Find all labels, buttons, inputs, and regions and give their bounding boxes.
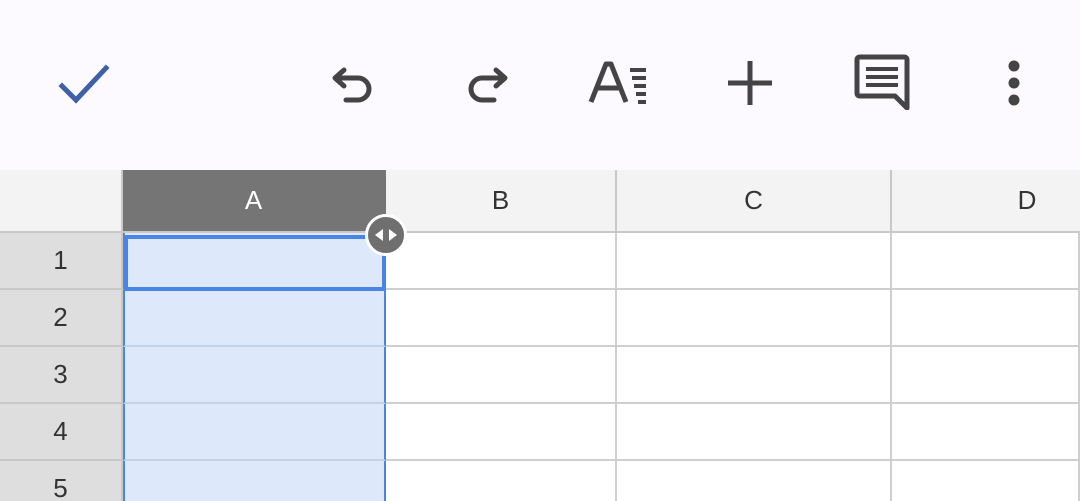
more-vert-icon xyxy=(1008,60,1020,106)
more-options-button[interactable] xyxy=(974,43,1054,123)
column-resize-handle[interactable] xyxy=(365,214,407,256)
insert-button[interactable] xyxy=(710,43,790,123)
cell-d2[interactable] xyxy=(892,290,1080,347)
cell-c5[interactable] xyxy=(617,461,892,501)
cell-d1[interactable] xyxy=(892,233,1080,290)
cell-c4[interactable] xyxy=(617,404,892,461)
comment-icon xyxy=(854,54,910,110)
comment-button[interactable] xyxy=(842,42,922,122)
column-header-c[interactable]: C xyxy=(617,170,892,233)
column-header-b[interactable]: B xyxy=(386,170,617,233)
row-header-4[interactable]: 4 xyxy=(0,404,123,461)
redo-button[interactable] xyxy=(446,43,526,123)
resize-arrows-icon xyxy=(375,229,397,241)
row-header-5[interactable]: 5 xyxy=(0,461,123,501)
spreadsheet-grid[interactable]: A B C D 1 2 3 4 5 xyxy=(0,170,1080,501)
column-header-d[interactable]: D xyxy=(892,170,1080,233)
cell-a4[interactable] xyxy=(123,404,386,461)
row-header-1[interactable]: 1 xyxy=(0,233,123,290)
cell-d5[interactable] xyxy=(892,461,1080,501)
cell-c1[interactable] xyxy=(617,233,892,290)
toolbar xyxy=(0,0,1080,170)
check-icon xyxy=(58,64,110,104)
redo-icon xyxy=(468,67,508,103)
column-header-a[interactable]: A xyxy=(123,170,386,233)
cell-a5[interactable] xyxy=(123,461,386,501)
active-cell-a1[interactable] xyxy=(124,235,386,291)
cell-a3[interactable] xyxy=(123,347,386,404)
cell-b5[interactable] xyxy=(386,461,617,501)
cell-d3[interactable] xyxy=(892,347,1080,404)
text-format-button[interactable] xyxy=(579,43,659,123)
cell-b2[interactable] xyxy=(386,290,617,347)
row-header-2[interactable]: 2 xyxy=(0,290,123,347)
text-format-icon xyxy=(588,61,646,104)
select-all-corner[interactable] xyxy=(0,170,123,233)
cell-b3[interactable] xyxy=(386,347,617,404)
cell-b1[interactable] xyxy=(386,233,617,290)
undo-button[interactable] xyxy=(314,43,394,123)
cell-c3[interactable] xyxy=(617,347,892,404)
row-header-3[interactable]: 3 xyxy=(0,347,123,404)
done-button[interactable] xyxy=(44,44,124,124)
plus-icon xyxy=(728,61,772,105)
cell-b4[interactable] xyxy=(386,404,617,461)
cell-c2[interactable] xyxy=(617,290,892,347)
cell-a2[interactable] xyxy=(123,290,386,347)
undo-icon xyxy=(332,67,372,103)
cell-d4[interactable] xyxy=(892,404,1080,461)
